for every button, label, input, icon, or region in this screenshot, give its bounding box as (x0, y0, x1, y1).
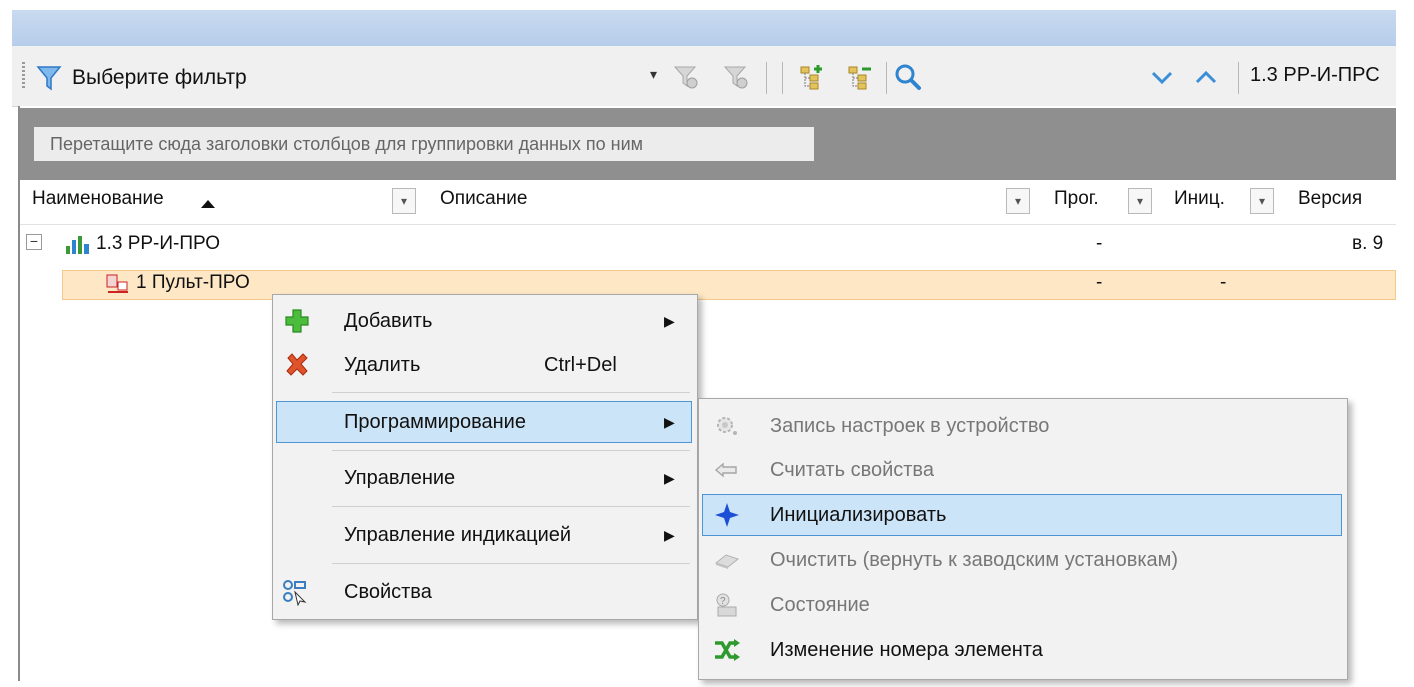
apply-filter-icon[interactable] (672, 62, 700, 92)
device-group-icon (64, 232, 92, 261)
clear-filter-icon[interactable] (722, 62, 750, 92)
write-device-icon (712, 411, 742, 441)
read-arrows-icon (712, 455, 742, 485)
filter-dropdown-icon[interactable]: ▾ (1128, 188, 1152, 214)
group-by-hint: Перетащите сюда заголовки столбцов для г… (34, 127, 814, 161)
toolbar-separator (782, 62, 783, 94)
menu-item-delete[interactable]: Удалить Ctrl+Del (272, 344, 696, 386)
menu-item-label: Управление индикацией (344, 524, 572, 546)
submenu-item-write-settings[interactable]: Запись настроек в устройство (698, 404, 1346, 448)
row-init: - (1220, 272, 1227, 293)
menu-item-label: Программирование (344, 411, 526, 433)
toolbar-grip[interactable] (22, 62, 25, 90)
menu-item-properties[interactable]: Свойства (272, 571, 696, 613)
menu-item-add[interactable]: Добавить ▶ (272, 300, 696, 342)
expand-tree-icon[interactable] (798, 62, 826, 92)
collapse-tree-icon[interactable] (846, 62, 874, 92)
menu-item-shortcut: Ctrl+Del (544, 354, 617, 376)
row-prog: - (1096, 233, 1103, 254)
current-object-label: 1.3 РР-И-ПРС (1250, 64, 1380, 86)
submenu-arrow-icon: ▶ (664, 470, 675, 486)
filter-dropdown-icon[interactable]: ▾ (1250, 188, 1274, 214)
menu-separator (332, 563, 690, 564)
properties-icon (280, 577, 310, 607)
submenu-item-reset-factory[interactable]: Очистить (вернуть к заводским установкам… (698, 538, 1346, 582)
table-row[interactable] (20, 230, 1396, 258)
delete-icon (282, 350, 312, 380)
submenu-item-label: Изменение номера элемента (770, 639, 1043, 661)
menu-separator (332, 506, 690, 507)
shuffle-icon (712, 635, 742, 665)
column-header-name[interactable]: Наименование (32, 188, 164, 210)
submenu-item-label: Считать свойства (770, 459, 934, 481)
submenu-item-change-number[interactable]: Изменение номера элемента (698, 628, 1346, 672)
column-header-init[interactable]: Иниц. (1174, 188, 1225, 210)
submenu-item-status[interactable]: ? Состояние (698, 583, 1346, 627)
control-panel-icon (104, 272, 130, 301)
filter-selector[interactable]: Выберите фильтр (36, 58, 308, 98)
column-header-description[interactable]: Описание (440, 188, 527, 210)
collapse-node-icon[interactable]: − (26, 234, 42, 250)
filter-label: Выберите фильтр (72, 66, 247, 89)
column-header-version[interactable]: Версия (1298, 188, 1362, 210)
submenu-item-label: Очистить (вернуть к заводским установкам… (770, 549, 1179, 571)
submenu-item-initialize[interactable]: Инициализировать (698, 493, 1346, 537)
filter-funnel-icon (36, 64, 62, 92)
chevron-down-icon[interactable] (1148, 62, 1176, 92)
submenu-item-label: Запись настроек в устройство (770, 415, 1050, 437)
row-name: 1.3 РР-И-ПРО (96, 233, 221, 254)
submenu-arrow-icon: ▶ (664, 313, 675, 329)
search-icon[interactable] (894, 62, 922, 92)
menu-item-label: Свойства (344, 581, 432, 603)
filter-dropdown-arrow[interactable]: ▾ (650, 66, 657, 83)
submenu-item-label: Состояние (770, 594, 870, 616)
menu-item-label: Добавить (344, 310, 433, 332)
filter-dropdown-icon[interactable]: ▾ (392, 188, 416, 214)
filter-dropdown-icon[interactable]: ▾ (1006, 188, 1030, 214)
menu-item-programming[interactable]: Программирование ▶ (272, 401, 696, 443)
column-header-prog[interactable]: Прог. (1054, 188, 1099, 210)
window-title-bar (12, 10, 1396, 46)
row-prog: - (1096, 272, 1103, 293)
menu-item-label: Удалить (344, 354, 421, 376)
sort-ascending-icon (200, 196, 216, 214)
chevron-up-icon[interactable] (1192, 62, 1220, 92)
submenu-arrow-icon: ▶ (664, 527, 675, 543)
menu-separator (332, 392, 690, 393)
row-name: 1 Пульт-ПРО (136, 272, 250, 293)
menu-item-indication-control[interactable]: Управление индикацией ▶ (272, 514, 696, 556)
add-icon (282, 306, 312, 336)
menu-item-label: Управление (344, 467, 456, 489)
menu-item-control[interactable]: Управление ▶ (272, 457, 696, 499)
toolbar-separator (766, 62, 767, 94)
table-row-selected[interactable] (62, 270, 1396, 300)
status-device-icon: ? (712, 590, 742, 620)
submenu-item-read-properties[interactable]: Считать свойства (698, 448, 1346, 492)
toolbar-separator (886, 62, 887, 94)
eraser-icon (712, 545, 742, 575)
submenu-item-label: Инициализировать (770, 504, 947, 526)
submenu-arrow-icon: ▶ (664, 414, 675, 430)
toolbar-separator (1238, 62, 1239, 94)
initialize-star-icon (712, 500, 742, 530)
menu-separator (332, 450, 690, 451)
svg-text:?: ? (720, 596, 726, 607)
row-version: в. 9 (1352, 233, 1384, 254)
